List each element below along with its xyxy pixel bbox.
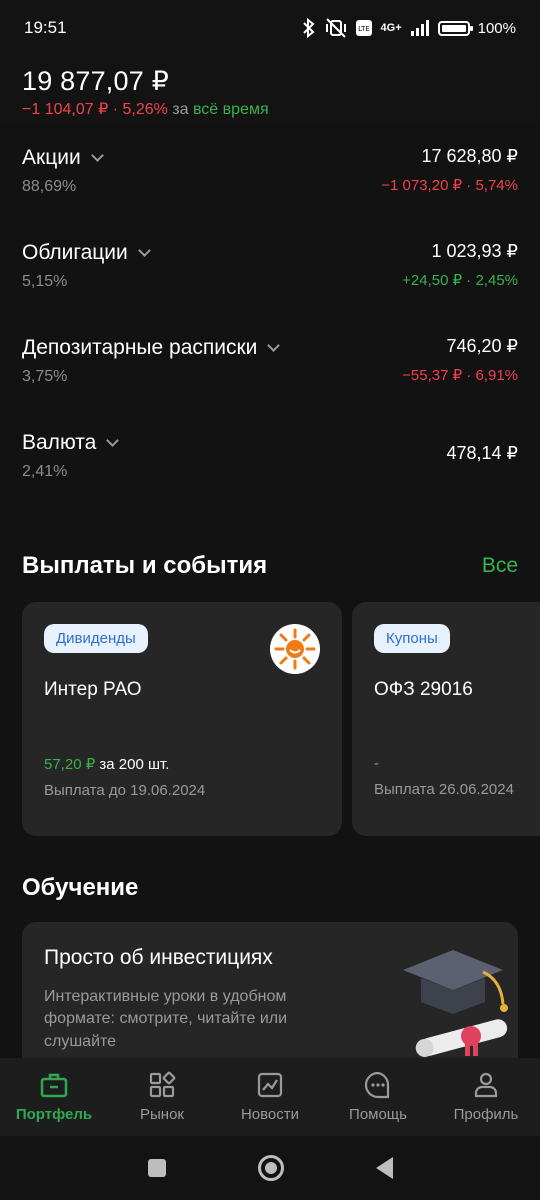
asset-share: 3,75% xyxy=(22,368,68,385)
asset-row-bonds[interactable]: Облигации 5,15% 1 023,93 ₽ +24,50 ₽ · 2,… xyxy=(0,219,540,314)
asset-value: 1 023,93 ₽ xyxy=(431,241,518,261)
asset-share: 2,41% xyxy=(22,463,68,480)
asset-value: 746,20 ₽ xyxy=(446,336,518,356)
event-company: Интер РАО xyxy=(44,679,142,700)
asset-change: −55,37 ₽ · 6,91% xyxy=(402,367,518,384)
section-title: Обучение xyxy=(22,874,139,901)
tab-portfolio[interactable]: Портфель xyxy=(0,1058,108,1136)
tab-label: Помощь xyxy=(349,1106,407,1123)
svg-text:LTE: LTE xyxy=(358,25,370,33)
event-date: Выплата 26.06.2024 xyxy=(374,781,514,798)
volte-icon: LTE xyxy=(355,19,373,37)
chevron-down-icon xyxy=(106,433,120,447)
battery-icon xyxy=(437,20,473,36)
learning-card-description: Интерактивные уроки в удобном формате: с… xyxy=(44,988,288,1050)
chevron-down-icon xyxy=(137,243,151,257)
asset-value: 478,14 ₽ xyxy=(446,443,518,463)
battery-level: 100% xyxy=(477,19,516,37)
asset-value: 17 628,80 ₽ xyxy=(421,146,518,166)
portfolio-total: 19 877,07 ₽ xyxy=(22,66,169,96)
event-company: ОФЗ 29016 xyxy=(374,679,473,700)
system-nav-bar xyxy=(0,1136,540,1200)
event-tag: Купоны xyxy=(374,624,450,653)
network-type: 4G+ xyxy=(380,22,402,34)
status-time: 19:51 xyxy=(24,18,67,37)
bluetooth-icon xyxy=(301,18,317,38)
asset-change: +24,50 ₽ · 2,45% xyxy=(402,272,518,289)
main-content: Акции 88,69% 17 628,80 ₽ −1 073,20 ₽ · 5… xyxy=(0,124,540,1058)
asset-share: 5,15% xyxy=(22,273,68,290)
event-amount: - xyxy=(374,755,379,772)
asset-row-currency[interactable]: Валюта 2,41% 478,14 ₽ xyxy=(0,409,540,504)
tab-label: Профиль xyxy=(453,1106,519,1123)
event-card[interactable]: Дивиденды Интер РАО 57,20 ₽ за 200 шт. В… xyxy=(22,602,342,836)
period-selector[interactable]: всё время xyxy=(193,101,269,118)
section-title: Выплаты и события xyxy=(22,552,268,579)
asset-change: −1 073,20 ₽ · 5,74% xyxy=(381,177,518,194)
tab-profile[interactable]: Профиль xyxy=(432,1058,540,1136)
home-button[interactable] xyxy=(257,1155,284,1181)
asset-row-stocks[interactable]: Акции 88,69% 17 628,80 ₽ −1 073,20 ₽ · 5… xyxy=(0,124,540,219)
chevron-down-icon xyxy=(90,148,104,162)
learning-card[interactable]: Просто об инвестициях Интерактивные урок… xyxy=(22,922,518,1058)
tab-label: Рынок xyxy=(140,1106,184,1123)
vibrate-off-icon xyxy=(325,18,347,38)
asset-name: Облигации xyxy=(22,241,128,264)
see-all-link[interactable]: Все xyxy=(482,554,518,578)
learning-section-header: Обучение xyxy=(0,874,540,902)
tab-label: Портфель xyxy=(15,1106,93,1123)
chat-help-icon xyxy=(364,1071,390,1099)
events-section-header: Выплаты и события Все xyxy=(0,552,540,580)
market-grid-icon xyxy=(149,1071,176,1098)
asset-row-depositary-receipts[interactable]: Депозитарные расписки 3,75% 746,20 ₽ −55… xyxy=(0,314,540,409)
events-carousel[interactable]: Дивиденды Интер РАО 57,20 ₽ за 200 шт. В… xyxy=(0,602,540,836)
tab-help[interactable]: Помощь xyxy=(324,1058,432,1136)
event-amount: 57,20 ₽ за 200 шт. xyxy=(44,756,170,773)
chevron-down-icon xyxy=(267,338,281,352)
tab-market[interactable]: Рынок xyxy=(108,1058,216,1136)
event-date: Выплата до 19.06.2024 xyxy=(44,782,206,799)
tab-news[interactable]: Новости xyxy=(216,1058,324,1136)
bottom-tab-bar: Портфель Рынок Новости Помощь Профиль xyxy=(0,1058,540,1136)
tab-label: Новости xyxy=(240,1106,300,1123)
company-logo xyxy=(270,624,320,674)
event-tag: Дивиденды xyxy=(44,624,148,653)
signal-icon xyxy=(410,19,430,37)
asset-name: Акции xyxy=(22,146,81,169)
asset-name: Депозитарные расписки xyxy=(22,336,258,359)
briefcase-icon xyxy=(40,1073,68,1098)
news-chart-icon xyxy=(257,1072,283,1098)
asset-share: 88,69% xyxy=(22,178,77,195)
event-card[interactable]: Купоны ОФЗ 29016 - Выплата 26.06.2024 xyxy=(352,602,540,836)
profile-icon xyxy=(474,1072,498,1098)
graduation-cap-illustration xyxy=(383,940,518,1058)
portfolio-header: 19 877,07 ₽ −1 104,07 ₽ · 5,26% за всё в… xyxy=(0,56,540,124)
status-bar: 19:51 LTE 4G+ 100% xyxy=(0,0,540,56)
portfolio-change[interactable]: −1 104,07 ₽ · 5,26% за всё время xyxy=(22,99,518,119)
recent-apps-button[interactable] xyxy=(147,1159,166,1177)
back-button[interactable] xyxy=(375,1157,393,1179)
asset-name: Валюта xyxy=(22,431,97,454)
